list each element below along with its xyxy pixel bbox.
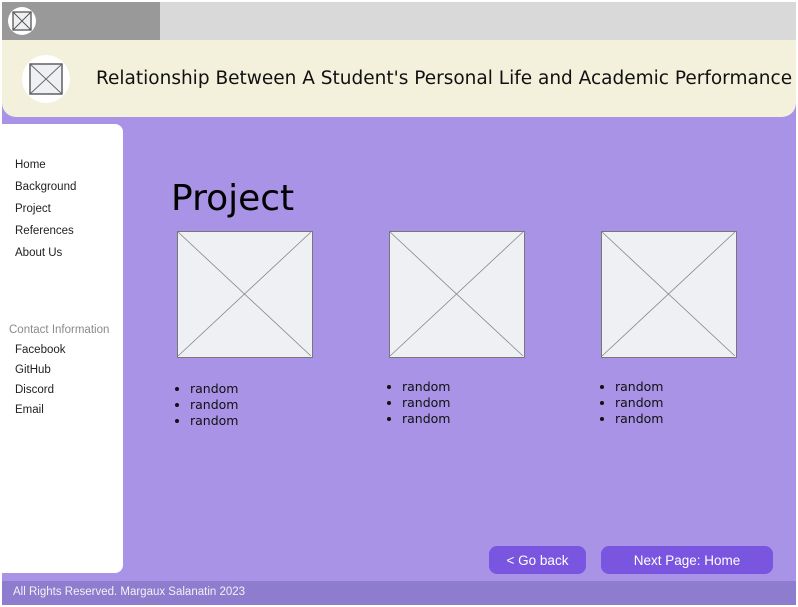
list-item: random bbox=[402, 379, 450, 395]
list-item: random bbox=[190, 381, 238, 397]
list-item: random bbox=[190, 397, 238, 413]
contact-heading: Contact Information bbox=[9, 324, 110, 336]
list-item: random bbox=[190, 413, 238, 429]
contact-email-link[interactable]: Email bbox=[15, 404, 44, 416]
footer: All Rights Reserved. Margaux Salanatin 2… bbox=[2, 581, 796, 605]
contact-discord-link[interactable]: Discord bbox=[15, 384, 54, 396]
next-page-button[interactable]: Next Page: Home bbox=[601, 546, 773, 574]
image-placeholder-icon bbox=[389, 231, 525, 358]
image-placeholder-icon bbox=[8, 7, 36, 35]
site-header: Relationship Between A Student's Persona… bbox=[2, 40, 796, 117]
list-item: random bbox=[402, 395, 450, 411]
page-frame: Relationship Between A Student's Persona… bbox=[2, 2, 796, 605]
card-3-bullet-list: random random random bbox=[603, 379, 663, 427]
list-item: random bbox=[402, 411, 450, 427]
copyright-text: All Rights Reserved. Margaux Salanatin 2… bbox=[13, 586, 246, 598]
sidebar: Home Background Project References About… bbox=[2, 124, 123, 573]
nav-about-us[interactable]: About Us bbox=[15, 247, 62, 259]
contact-facebook-link[interactable]: Facebook bbox=[15, 344, 66, 356]
page-title: Project bbox=[171, 178, 295, 219]
site-title: Relationship Between A Student's Persona… bbox=[96, 68, 793, 89]
list-item: random bbox=[615, 395, 663, 411]
list-item: random bbox=[615, 379, 663, 395]
card-2-bullet-list: random random random bbox=[390, 379, 450, 427]
logo-placeholder-icon bbox=[22, 55, 70, 103]
contact-github-link[interactable]: GitHub bbox=[15, 364, 51, 376]
nav-home[interactable]: Home bbox=[15, 159, 46, 171]
card-1-bullet-list: random random random bbox=[178, 381, 238, 429]
nav-project[interactable]: Project bbox=[15, 203, 51, 215]
nav-background[interactable]: Background bbox=[15, 181, 76, 193]
list-item: random bbox=[615, 411, 663, 427]
top-bar bbox=[2, 2, 796, 40]
image-placeholder-icon bbox=[177, 231, 313, 358]
image-placeholder-icon bbox=[601, 231, 737, 358]
nav-references[interactable]: References bbox=[15, 225, 74, 237]
go-back-button[interactable]: < Go back bbox=[489, 546, 586, 574]
